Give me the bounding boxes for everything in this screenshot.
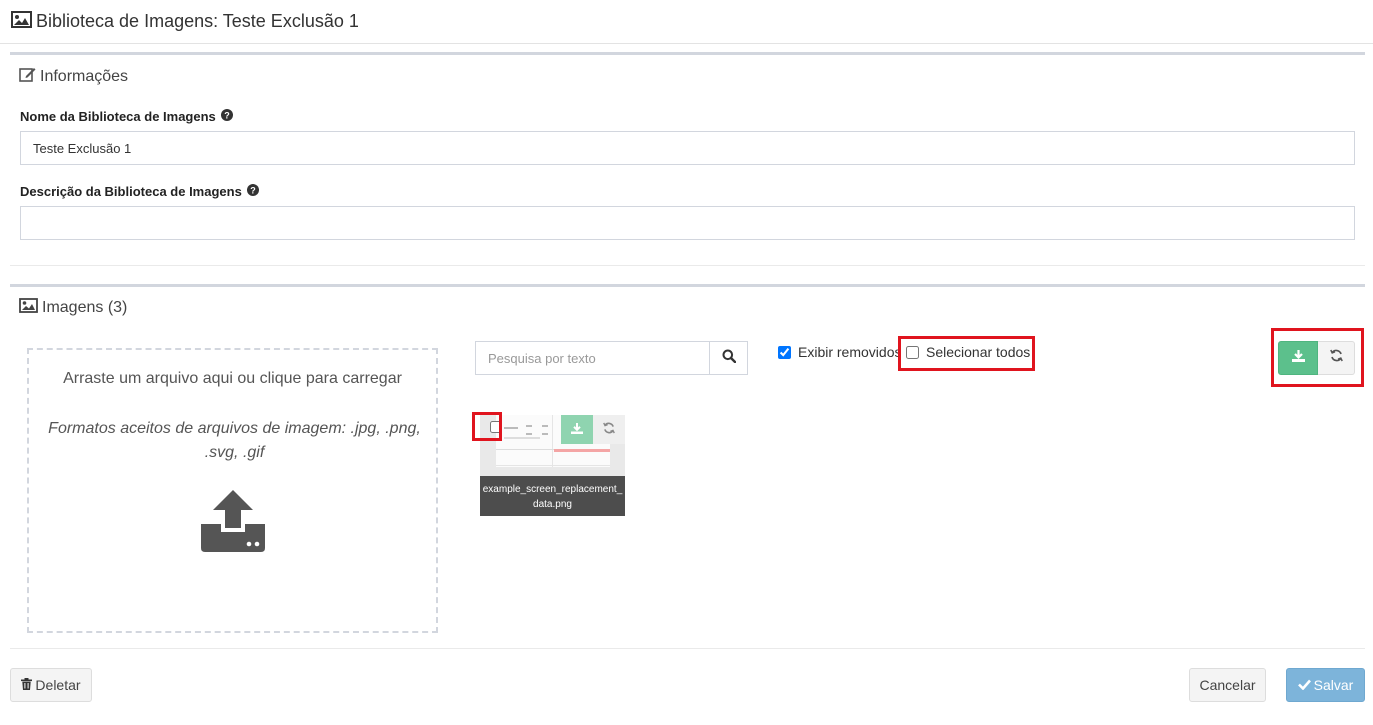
check-icon xyxy=(1297,677,1311,693)
image-icon xyxy=(19,298,38,318)
trash-icon xyxy=(21,677,33,693)
image-download-button[interactable] xyxy=(561,415,593,444)
name-label: Nome da Biblioteca de Imagens ? xyxy=(20,109,233,124)
select-all-highlight xyxy=(898,336,1035,371)
show-removed-checkbox[interactable] xyxy=(778,345,791,359)
page-header: Biblioteca de Imagens: Teste Exclusão 1 xyxy=(0,0,1373,44)
upload-icon xyxy=(201,490,265,557)
description-input[interactable] xyxy=(20,206,1355,240)
dropzone-formats: Formatos aceitos de arquivos de imagem: … xyxy=(48,420,421,461)
svg-text:?: ? xyxy=(224,111,230,121)
name-input[interactable] xyxy=(20,131,1355,165)
search-group xyxy=(475,341,748,375)
delete-button[interactable]: Deletar xyxy=(10,668,92,702)
help-icon[interactable]: ? xyxy=(220,109,233,124)
show-removed-option[interactable]: Exibir removidos xyxy=(778,344,901,360)
edit-icon xyxy=(19,66,36,87)
save-button[interactable]: Salvar xyxy=(1286,668,1365,702)
page-title: Biblioteca de Imagens: Teste Exclusão 1 xyxy=(36,11,359,31)
info-panel-title: Informações xyxy=(19,66,128,87)
image-checkbox-highlight xyxy=(472,412,502,441)
description-label: Descrição da Biblioteca de Imagens ? xyxy=(20,184,259,199)
search-button[interactable] xyxy=(710,341,748,375)
upload-dropzone[interactable]: Arraste um arquivo aqui ou clique para c… xyxy=(27,348,438,633)
image-icon xyxy=(11,10,32,33)
svg-text:?: ? xyxy=(250,186,256,196)
search-icon xyxy=(722,349,736,368)
info-panel: Informações Nome da Biblioteca de Imagen… xyxy=(10,52,1365,266)
images-panel: Imagens (3) Arraste um arquivo aqui ou c… xyxy=(10,284,1365,649)
bulk-actions-highlight xyxy=(1271,328,1364,387)
images-panel-title: Imagens (3) xyxy=(19,298,127,318)
download-icon xyxy=(571,421,583,439)
image-restore-button[interactable] xyxy=(593,415,625,444)
cancel-button[interactable]: Cancelar xyxy=(1189,668,1266,702)
refresh-icon xyxy=(603,421,615,439)
dropzone-text: Arraste um arquivo aqui ou clique para c… xyxy=(63,370,402,387)
help-icon[interactable]: ? xyxy=(246,184,259,199)
search-input[interactable] xyxy=(475,341,710,375)
image-filename: example_screen_replacement_data.png xyxy=(480,476,625,516)
